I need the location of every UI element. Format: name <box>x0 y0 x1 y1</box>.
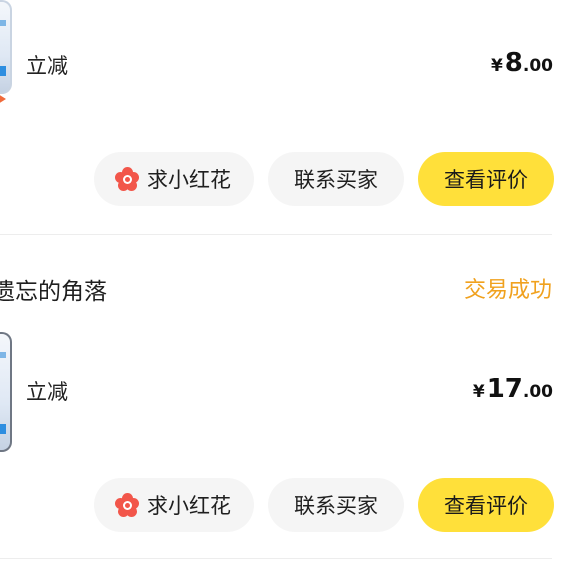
contact-buyer-button[interactable]: 联系买家 <box>268 152 404 206</box>
order-header: 遗忘的角落 交易成功 <box>0 268 552 308</box>
item-thumbnail-tag <box>0 94 6 104</box>
flower-icon <box>115 493 139 517</box>
order-card[interactable]: 立减 ¥ 8 .00 求小红花 联系买家 查看评价 <box>0 0 582 234</box>
order-actions: 求小红花 联系买家 查看评价 <box>94 152 554 206</box>
order-actions: 求小红花 联系买家 查看评价 <box>94 478 554 532</box>
price-decimal: .00 <box>522 56 553 76</box>
view-review-button[interactable]: 查看评价 <box>418 478 554 532</box>
contact-buyer-button[interactable]: 联系买家 <box>268 478 404 532</box>
price-currency: ¥ <box>490 56 503 76</box>
order-divider <box>0 234 552 235</box>
price-decimal: .00 <box>522 382 553 402</box>
order-price: ¥ 8 .00 <box>491 48 553 78</box>
request-flower-label: 求小红花 <box>147 494 231 518</box>
item-title[interactable]: 立减 <box>26 376 68 406</box>
item-title[interactable]: 立减 <box>26 50 68 80</box>
request-flower-button[interactable]: 求小红花 <box>94 152 254 206</box>
request-flower-label: 求小红花 <box>147 168 231 192</box>
order-card[interactable]: 遗忘的角落 交易成功 立减 ¥ 17 .00 求小红花 联系买家 查看评价 <box>0 258 582 558</box>
item-thumbnail[interactable] <box>0 332 12 452</box>
order-divider <box>0 558 552 559</box>
flower-icon <box>115 167 139 191</box>
sold-orders-list: 立减 ¥ 8 .00 求小红花 联系买家 查看评价 遗忘的角落 交易成功 立减 <box>0 0 582 582</box>
order-price: ¥ 17 .00 <box>473 374 553 404</box>
price-integer: 8 <box>504 48 523 78</box>
price-currency: ¥ <box>472 382 485 402</box>
order-status: 交易成功 <box>463 278 552 303</box>
buyer-name[interactable]: 遗忘的角落 <box>0 272 107 306</box>
item-thumbnail[interactable] <box>0 0 12 94</box>
view-review-button[interactable]: 查看评价 <box>418 152 554 206</box>
request-flower-button[interactable]: 求小红花 <box>94 478 254 532</box>
price-integer: 17 <box>486 374 523 404</box>
